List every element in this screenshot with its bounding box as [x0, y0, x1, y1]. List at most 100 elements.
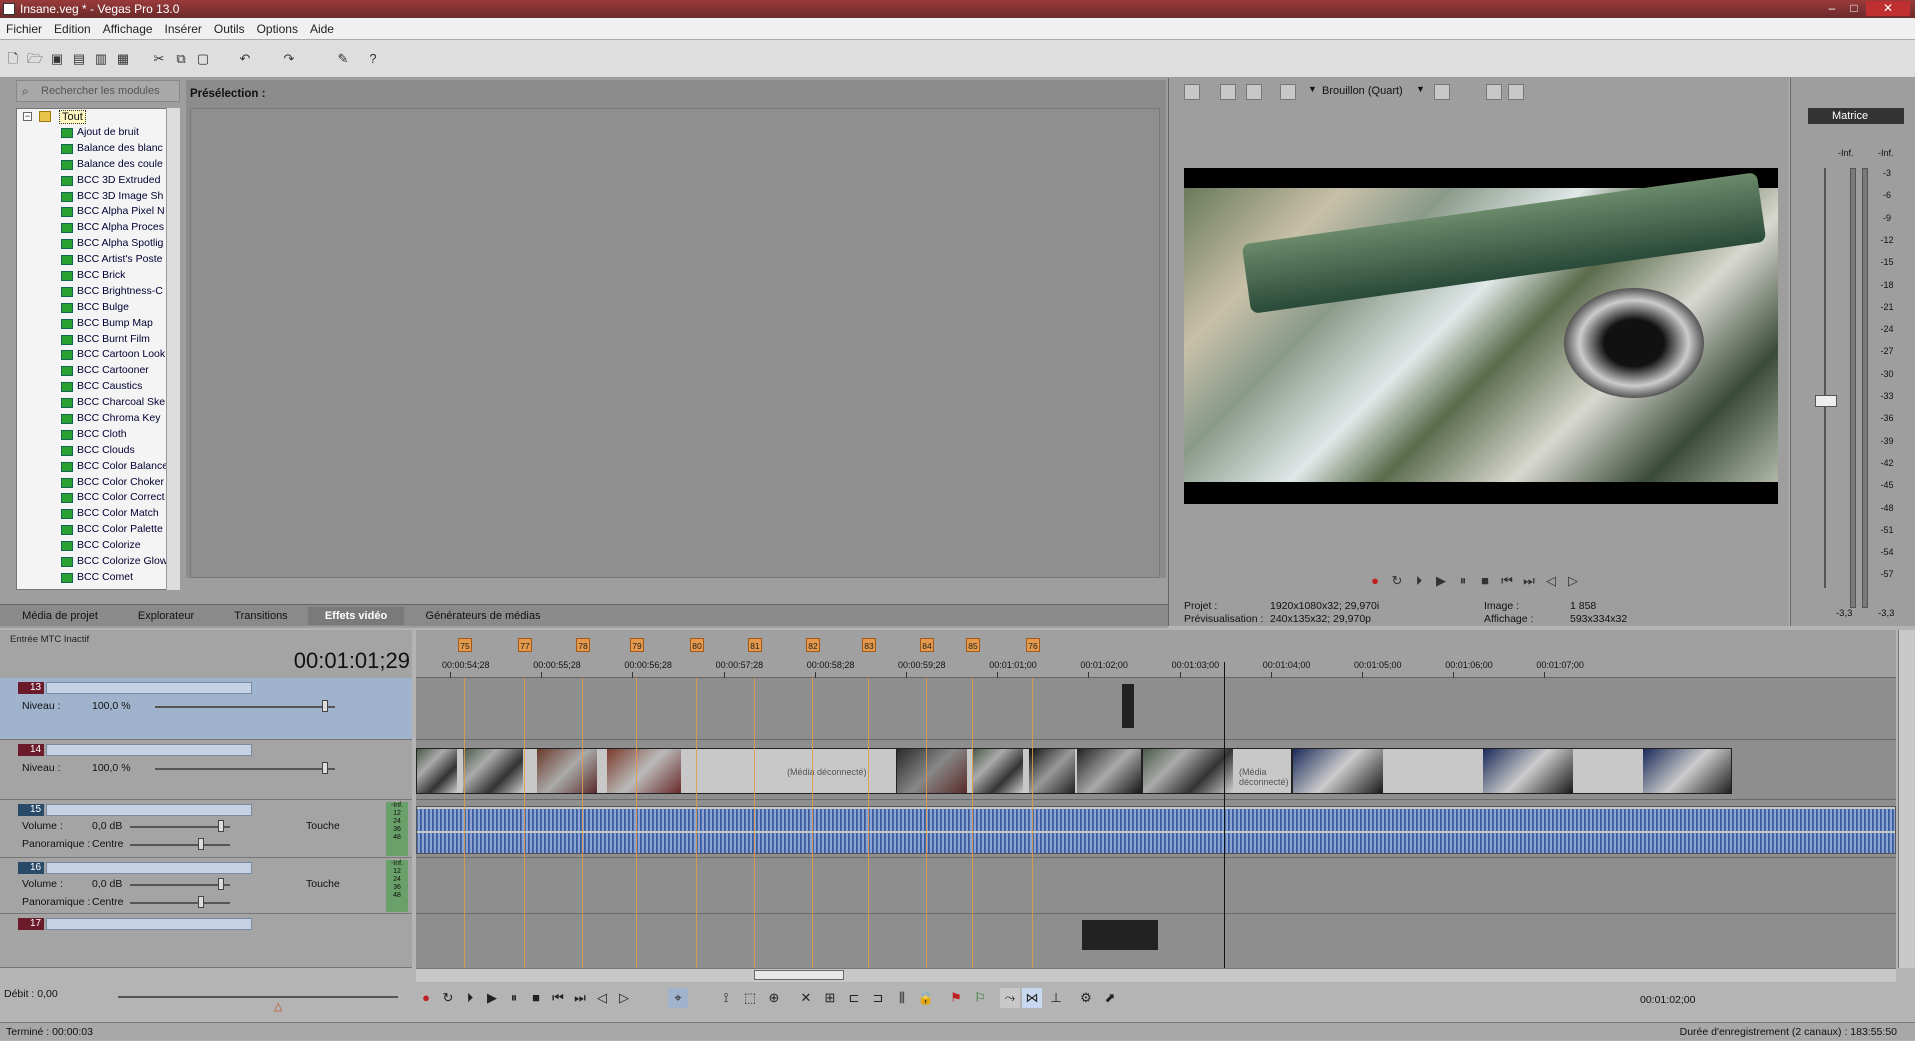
lock-icon[interactable]: 🔒 [916, 988, 936, 1008]
solo-icon[interactable] [362, 681, 376, 695]
plugin-item[interactable]: BCC 3D Image Sh [17, 189, 179, 205]
snapping-icon[interactable]: ⊥ [1046, 988, 1066, 1008]
plugin-item[interactable]: BCC 3D Extruded [17, 173, 179, 189]
video-clip[interactable]: (Média déconnecté) [1142, 748, 1292, 794]
video-clip[interactable] [896, 748, 1142, 794]
auto-crossfade-icon[interactable]: ⋈ [1022, 988, 1042, 1008]
track-fx-icon[interactable] [322, 681, 336, 695]
plugin-item[interactable]: BCC Alpha Proces [17, 220, 179, 236]
plugin-item[interactable]: BCC Brightness-C [17, 284, 179, 300]
timeline-vertical-scrollbar[interactable] [1898, 630, 1915, 968]
plugin-item[interactable]: BCC Burnt Film [17, 332, 179, 348]
track-header-17[interactable]: 17 [0, 914, 412, 968]
timeline-horizontal-scrollbar[interactable] [416, 968, 1896, 982]
collapse-icon[interactable]: − [23, 112, 32, 121]
level-slider-knob[interactable] [322, 762, 328, 774]
track-name-field[interactable] [46, 862, 252, 874]
automation-mode[interactable]: Touche [306, 878, 340, 890]
go-end-icon[interactable]: ⏭ [1520, 572, 1538, 590]
pan-slider-knob[interactable] [198, 896, 204, 908]
track-name-field[interactable] [46, 744, 252, 756]
volume-slider-knob[interactable] [218, 820, 224, 832]
plugin-item[interactable]: BCC Color Choker [17, 475, 179, 491]
tree-root[interactable]: − Tout [17, 109, 179, 125]
marker-flag[interactable]: 85 [966, 638, 980, 652]
lane-15[interactable] [416, 800, 1896, 858]
plugin-item[interactable]: BCC Colorize [17, 538, 179, 554]
maximize-button[interactable]: □ [1844, 1, 1864, 16]
tab-transitions[interactable]: Transitions [218, 607, 304, 625]
cursor-timecode[interactable]: 00:01:01;29 [250, 648, 410, 674]
plugin-search-input[interactable]: Rechercher les modules [16, 80, 180, 102]
marker-flag[interactable]: 79 [630, 638, 644, 652]
stop-icon[interactable]: ■ [1476, 572, 1494, 590]
solo-icon[interactable] [362, 743, 376, 757]
marker-flag[interactable]: 77 [518, 638, 532, 652]
plugin-item[interactable]: BCC Charcoal Ske [17, 395, 179, 411]
plugin-item[interactable]: BCC Color Balance [17, 459, 179, 475]
go-end-icon[interactable]: ⏭ [570, 988, 590, 1008]
composite-mode-icon[interactable] [262, 681, 276, 695]
audio-clip[interactable] [416, 806, 1896, 854]
make-compositing-child-icon[interactable] [282, 917, 296, 931]
plugin-item[interactable]: Ajout de bruit [17, 125, 179, 141]
loop-icon[interactable]: ↻ [1388, 572, 1406, 590]
plugin-item[interactable]: BCC Clouds [17, 443, 179, 459]
menu-affichage[interactable]: Affichage [97, 18, 159, 40]
menu-aide[interactable]: Aide [304, 18, 340, 40]
plugin-item[interactable]: BCC Alpha Spotlig [17, 236, 179, 252]
track-fx-icon[interactable] [322, 917, 336, 931]
open-folder-icon[interactable]: 🗁 [26, 50, 44, 68]
copy-snapshot-icon[interactable] [1486, 84, 1502, 100]
pan-slider[interactable] [130, 902, 230, 904]
copy-icon[interactable]: ⧉ [172, 50, 190, 68]
record-icon[interactable]: ● [416, 988, 436, 1008]
properties-icon[interactable]: ▦ [114, 50, 132, 68]
undo-icon[interactable]: ↶ [236, 50, 254, 68]
solo-icon[interactable] [362, 917, 376, 931]
make-compositing-child-icon[interactable] [282, 681, 296, 695]
plugin-item[interactable]: BCC Comet [17, 570, 179, 586]
external-monitor-icon[interactable] [1220, 84, 1236, 100]
close-button[interactable]: ✕ [1866, 1, 1910, 16]
mute-icon[interactable] [342, 917, 356, 931]
chevron-down-icon[interactable]: ▼ [1308, 84, 1317, 94]
timeline-ruler[interactable]: 75 77 78 79 80 81 82 83 84 85 76 00:00:54;28 00:00:5… [416, 630, 1896, 678]
event-pan-crop-icon[interactable]: ⚙ [1076, 988, 1096, 1008]
track-fx-icon[interactable] [252, 803, 266, 817]
new-file-icon[interactable]: 🗋 [4, 50, 22, 68]
help-icon[interactable]: ? [364, 50, 382, 68]
automation-icon[interactable] [276, 803, 290, 817]
timeline-cursor[interactable] [1224, 662, 1225, 968]
mute-icon[interactable] [300, 803, 314, 817]
tab-effets-video[interactable]: Effets vidéo [308, 607, 404, 625]
lane-17[interactable] [416, 914, 1896, 968]
region-icon[interactable]: ⚐ [970, 988, 990, 1008]
volume-slider-knob[interactable] [218, 878, 224, 890]
pan-slider-knob[interactable] [198, 838, 204, 850]
plugin-item[interactable]: BCC Chroma Key [17, 411, 179, 427]
menu-options[interactable]: Options [251, 18, 304, 40]
track-header-13[interactable]: 13 Niveau : 100,0 % [0, 678, 412, 740]
rate-slider[interactable] [118, 996, 398, 998]
plugin-item[interactable]: BCC Bump Map [17, 316, 179, 332]
pause-icon[interactable]: ⏸ [504, 988, 524, 1008]
marker-icon[interactable]: ⚑ [946, 988, 966, 1008]
minimize-button[interactable]: – [1822, 1, 1842, 16]
menu-inserer[interactable]: Insérer [159, 18, 208, 40]
pause-icon[interactable]: ⏸ [1454, 572, 1472, 590]
collapse-track-icon[interactable] [2, 681, 16, 695]
pan-slider[interactable] [130, 844, 230, 846]
mute-icon[interactable] [342, 743, 356, 757]
lane-13[interactable] [416, 678, 1896, 740]
track-name-field[interactable] [46, 682, 252, 694]
timecode-display[interactable]: 00:01:02;00 [1640, 994, 1695, 1006]
tab-generateurs[interactable]: Générateurs de médias [408, 607, 558, 625]
delete-icon[interactable]: ✕ [796, 988, 816, 1008]
tab-explorateur[interactable]: Explorateur [120, 607, 212, 625]
video-clip[interactable] [1082, 920, 1158, 950]
solo-icon[interactable] [324, 803, 338, 817]
play-icon[interactable]: ▶ [1432, 572, 1450, 590]
menu-outils[interactable]: Outils [208, 18, 251, 40]
lane-14[interactable]: (Média déconnecté) (Média déconnecté) [416, 740, 1896, 800]
